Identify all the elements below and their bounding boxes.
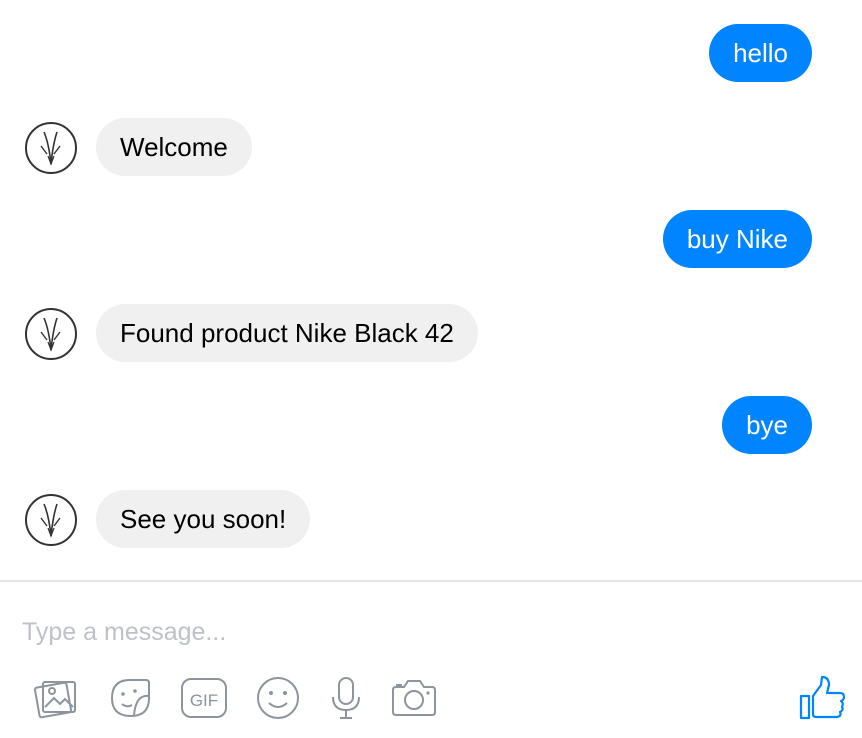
antelope-logo-icon [40,317,61,352]
like-thumbs-up-icon [799,675,846,720]
message-row-outgoing: hello [0,24,862,82]
bot-avatar[interactable] [25,494,77,546]
message-row-incoming: Found product Nike Black 42 [0,304,862,362]
incoming-message-bubble[interactable]: Welcome [96,118,252,176]
outgoing-message-bubble[interactable]: hello [709,24,812,82]
antelope-logo-icon [40,131,61,166]
outgoing-message-bubble[interactable]: bye [722,396,812,454]
sticker-icon [110,679,150,718]
message-row-outgoing: bye [0,396,862,454]
bot-avatar[interactable] [25,308,77,360]
microphone-button[interactable] [322,674,370,722]
sticker-button[interactable] [106,674,154,722]
message-thread: hello Welcome buy Nike Found product Nik… [0,0,862,580]
outgoing-message-bubble[interactable]: buy Nike [662,210,812,268]
message-input[interactable] [22,612,822,652]
emoji-icon [257,677,299,719]
image-icon [33,681,76,719]
like-button[interactable] [798,674,846,722]
incoming-message-bubble[interactable]: Found product Nike Black 42 [96,304,478,362]
gif-button[interactable]: GIF [180,674,228,722]
gif-icon: GIF [181,678,227,718]
message-row-incoming: See you soon! [0,490,862,548]
incoming-message-bubble[interactable]: See you soon! [96,490,311,548]
image-button[interactable] [32,674,80,722]
message-row-incoming: Welcome [0,118,862,176]
antelope-logo-icon [40,503,61,538]
emoji-button[interactable] [254,674,302,722]
message-composer: GIF [0,582,862,738]
gif-label: GIF [190,691,218,710]
message-row-outgoing: buy Nike [0,210,862,268]
bot-avatar[interactable] [25,122,77,174]
camera-button[interactable] [390,674,438,722]
camera-icon [392,680,436,716]
microphone-icon [332,677,360,719]
